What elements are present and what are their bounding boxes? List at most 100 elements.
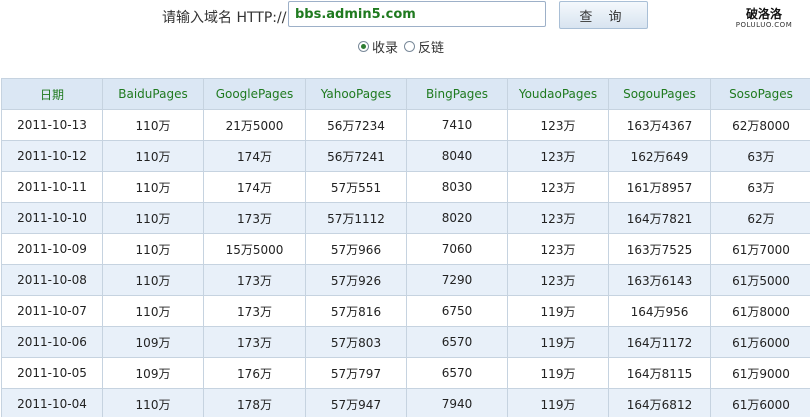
col-date: 日期 [1, 78, 103, 110]
table-cell: 162万649 [608, 140, 711, 172]
table-cell: 174万 [203, 171, 306, 203]
table-cell: 173万 [203, 326, 306, 358]
table-row: 2011-10-12 110万 174万 56万7241 8040 123万 162万649… [1, 140, 810, 172]
table-row: 2011-10-06 109万 173万 57万803 6570 119万 164万1172… [1, 326, 810, 358]
table-cell: 163万7525 [608, 233, 711, 265]
table-cell: 164万956 [608, 295, 711, 327]
table-cell: 2011-10-12 [1, 140, 103, 172]
table-row: 2011-10-10 110万 173万 57万1112 8020 123万 164万782… [1, 202, 810, 234]
table-cell: 8040 [406, 140, 508, 172]
table-cell: 57万797 [305, 357, 407, 389]
table-cell: 123万 [507, 109, 609, 141]
table-cell: 110万 [102, 140, 204, 172]
table-cell: 62万 [710, 202, 810, 234]
table-cell: 6570 [406, 357, 508, 389]
logo-text: 破洛洛 [745, 7, 782, 21]
table-cell: 164万7821 [608, 202, 711, 234]
table-cell: 164万8115 [608, 357, 711, 389]
table-cell: 2011-10-10 [1, 202, 103, 234]
table-cell: 119万 [507, 357, 609, 389]
table-cell: 119万 [507, 388, 609, 417]
table-cell: 21万5000 [203, 109, 306, 141]
table-cell: 123万 [507, 171, 609, 203]
table-row: 2011-10-08 110万 173万 57万926 7290 123万 163万6143… [1, 264, 810, 296]
table-cell: 109万 [102, 357, 204, 389]
table-cell: 119万 [507, 295, 609, 327]
table-row: 2011-10-05 109万 176万 57万797 6570 119万 164万8115… [1, 357, 810, 389]
table-cell: 110万 [102, 202, 204, 234]
table-cell: 176万 [203, 357, 306, 389]
table-row: 2011-10-07 110万 173万 57万816 6750 119万 164万956 6… [1, 295, 810, 327]
table-cell: 163万4367 [608, 109, 711, 141]
query-button[interactable]: 查 询 [559, 1, 648, 29]
domain-input[interactable] [288, 1, 546, 27]
table-cell: 164万1172 [608, 326, 711, 358]
table-cell: 123万 [507, 202, 609, 234]
table-cell: 61万6000 [710, 388, 810, 417]
table-cell: 2011-10-05 [1, 357, 103, 389]
site-logo: 破洛洛 POLULUO.COM [728, 8, 800, 29]
table-cell: 109万 [102, 326, 204, 358]
table-cell: 2011-10-11 [1, 171, 103, 203]
table-cell: 7290 [406, 264, 508, 296]
table-cell: 123万 [507, 264, 609, 296]
table-cell: 56万7241 [305, 140, 407, 172]
table-cell: 2011-10-06 [1, 326, 103, 358]
table-cell: 7060 [406, 233, 508, 265]
table-cell: 174万 [203, 140, 306, 172]
col-yahoo: YahooPages [305, 78, 407, 110]
radio-indexed[interactable]: 收录 [358, 37, 398, 56]
domain-label: 请输入域名 HTTP:// [162, 10, 287, 26]
table-cell: 7940 [406, 388, 508, 417]
table-cell: 123万 [507, 140, 609, 172]
table-cell: 61万7000 [710, 233, 810, 265]
radio-unchecked-icon[interactable] [404, 40, 416, 52]
col-youdao: YoudaoPages [507, 78, 609, 110]
table-cell: 57万966 [305, 233, 407, 265]
table-cell: 61万6000 [710, 326, 810, 358]
table-row: 2011-10-04 110万 178万 57万947 7940 119万 164万6812… [1, 388, 810, 417]
table-row: 2011-10-11 110万 174万 57万551 8030 123万 161万8957… [1, 171, 810, 203]
table-cell: 2011-10-08 [1, 264, 103, 296]
col-google: GooglePages [203, 78, 306, 110]
table-cell: 2011-10-09 [1, 233, 103, 265]
table-cell: 61万9000 [710, 357, 810, 389]
table-cell: 63万 [710, 140, 810, 172]
pages-table: 日期 BaiduPages GooglePages YahooPages Bin… [1, 78, 810, 417]
table-cell: 163万6143 [608, 264, 711, 296]
table-cell: 119万 [507, 326, 609, 358]
table-row: 2011-10-09 110万 15万5000 57万966 7060 123万 163万7… [1, 233, 810, 265]
table-cell: 123万 [507, 233, 609, 265]
table-cell: 8030 [406, 171, 508, 203]
radio-checked-icon[interactable] [358, 40, 369, 52]
table-cell: 2011-10-04 [1, 388, 103, 417]
table-cell: 110万 [102, 388, 204, 417]
table-cell: 56万7234 [305, 109, 407, 141]
search-bar: 请输入域名 HTTP:// 查 询 破洛洛 POLULUO.COM [0, 0, 810, 34]
table-cell: 173万 [203, 202, 306, 234]
table-row: 2011-10-13 110万 21万5000 56万7234 7410 123万 163万… [1, 109, 810, 141]
table-cell: 61万5000 [710, 264, 810, 296]
table-cell: 2011-10-13 [1, 109, 103, 141]
table-cell: 8020 [406, 202, 508, 234]
col-sogou: SogouPages [608, 78, 711, 110]
table-cell: 110万 [102, 171, 204, 203]
table-cell: 6570 [406, 326, 508, 358]
table-cell: 178万 [203, 388, 306, 417]
table-cell: 57万947 [305, 388, 407, 417]
mode-radio-group: 收录 反链 [358, 37, 450, 56]
table-cell: 62万8000 [710, 109, 810, 141]
radio-backlinks[interactable]: 反链 [404, 37, 444, 56]
page: 请输入域名 HTTP:// 查 询 破洛洛 POLULUO.COM 收录 反链 … [0, 0, 810, 417]
table-header-row: 日期 BaiduPages GooglePages YahooPages Bin… [1, 78, 810, 110]
table-cell: 57万816 [305, 295, 407, 327]
table-cell: 63万 [710, 171, 810, 203]
table-cell: 61万8000 [710, 295, 810, 327]
radio-indexed-label: 收录 [372, 40, 399, 56]
table-cell: 57万1112 [305, 202, 407, 234]
table-cell: 164万6812 [608, 388, 711, 417]
table-cell: 57万803 [305, 326, 407, 358]
table-cell: 15万5000 [203, 233, 306, 265]
table-cell: 6750 [406, 295, 508, 327]
table-cell: 110万 [102, 233, 204, 265]
